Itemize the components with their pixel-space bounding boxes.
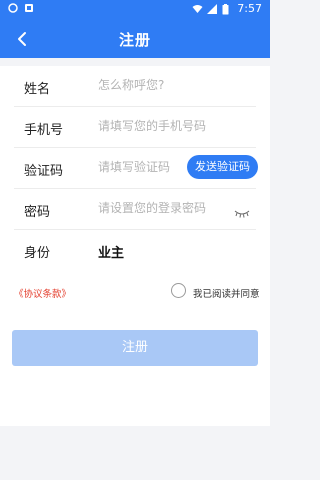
phone-row: 手机号 xyxy=(14,107,256,148)
identity-label: 身份 xyxy=(24,246,51,261)
battery-icon xyxy=(222,4,232,15)
app-bar: 注册 xyxy=(0,20,270,58)
status-time: 7:57 xyxy=(237,2,262,15)
code-row: 验证码 发送验证码 xyxy=(14,148,258,189)
app-notification-icon xyxy=(24,3,34,13)
password-row: 密码 xyxy=(14,189,256,230)
code-input[interactable] xyxy=(98,158,194,176)
agree-checkbox[interactable] xyxy=(171,283,186,298)
register-button[interactable]: 注册 xyxy=(12,330,258,366)
code-label: 验证码 xyxy=(24,164,64,179)
eye-closed-icon[interactable] xyxy=(234,203,250,218)
password-input[interactable] xyxy=(98,199,238,217)
agreement-terms-link[interactable]: 《协议条款》 xyxy=(14,286,71,300)
agree-label: 我已阅读并同意 xyxy=(193,289,260,300)
identity-value[interactable]: 业主 xyxy=(98,242,124,261)
name-label: 姓名 xyxy=(24,82,51,97)
phone-label: 手机号 xyxy=(24,123,64,138)
page-title: 注册 xyxy=(118,31,151,49)
registration-form: 姓名 手机号 验证码 发送验证码 密码 身份 业主 xyxy=(0,66,270,426)
password-label: 密码 xyxy=(24,205,51,220)
status-bar: 7:57 xyxy=(0,0,270,20)
phone-input[interactable] xyxy=(98,117,238,135)
send-code-button[interactable]: 发送验证码 xyxy=(187,155,258,179)
name-row: 姓名 xyxy=(14,66,256,107)
identity-row[interactable]: 身份 业主 xyxy=(14,230,256,270)
wifi-icon xyxy=(192,4,203,14)
notification-icon xyxy=(8,3,18,13)
signal-icon xyxy=(207,4,218,14)
name-input[interactable] xyxy=(98,76,238,94)
